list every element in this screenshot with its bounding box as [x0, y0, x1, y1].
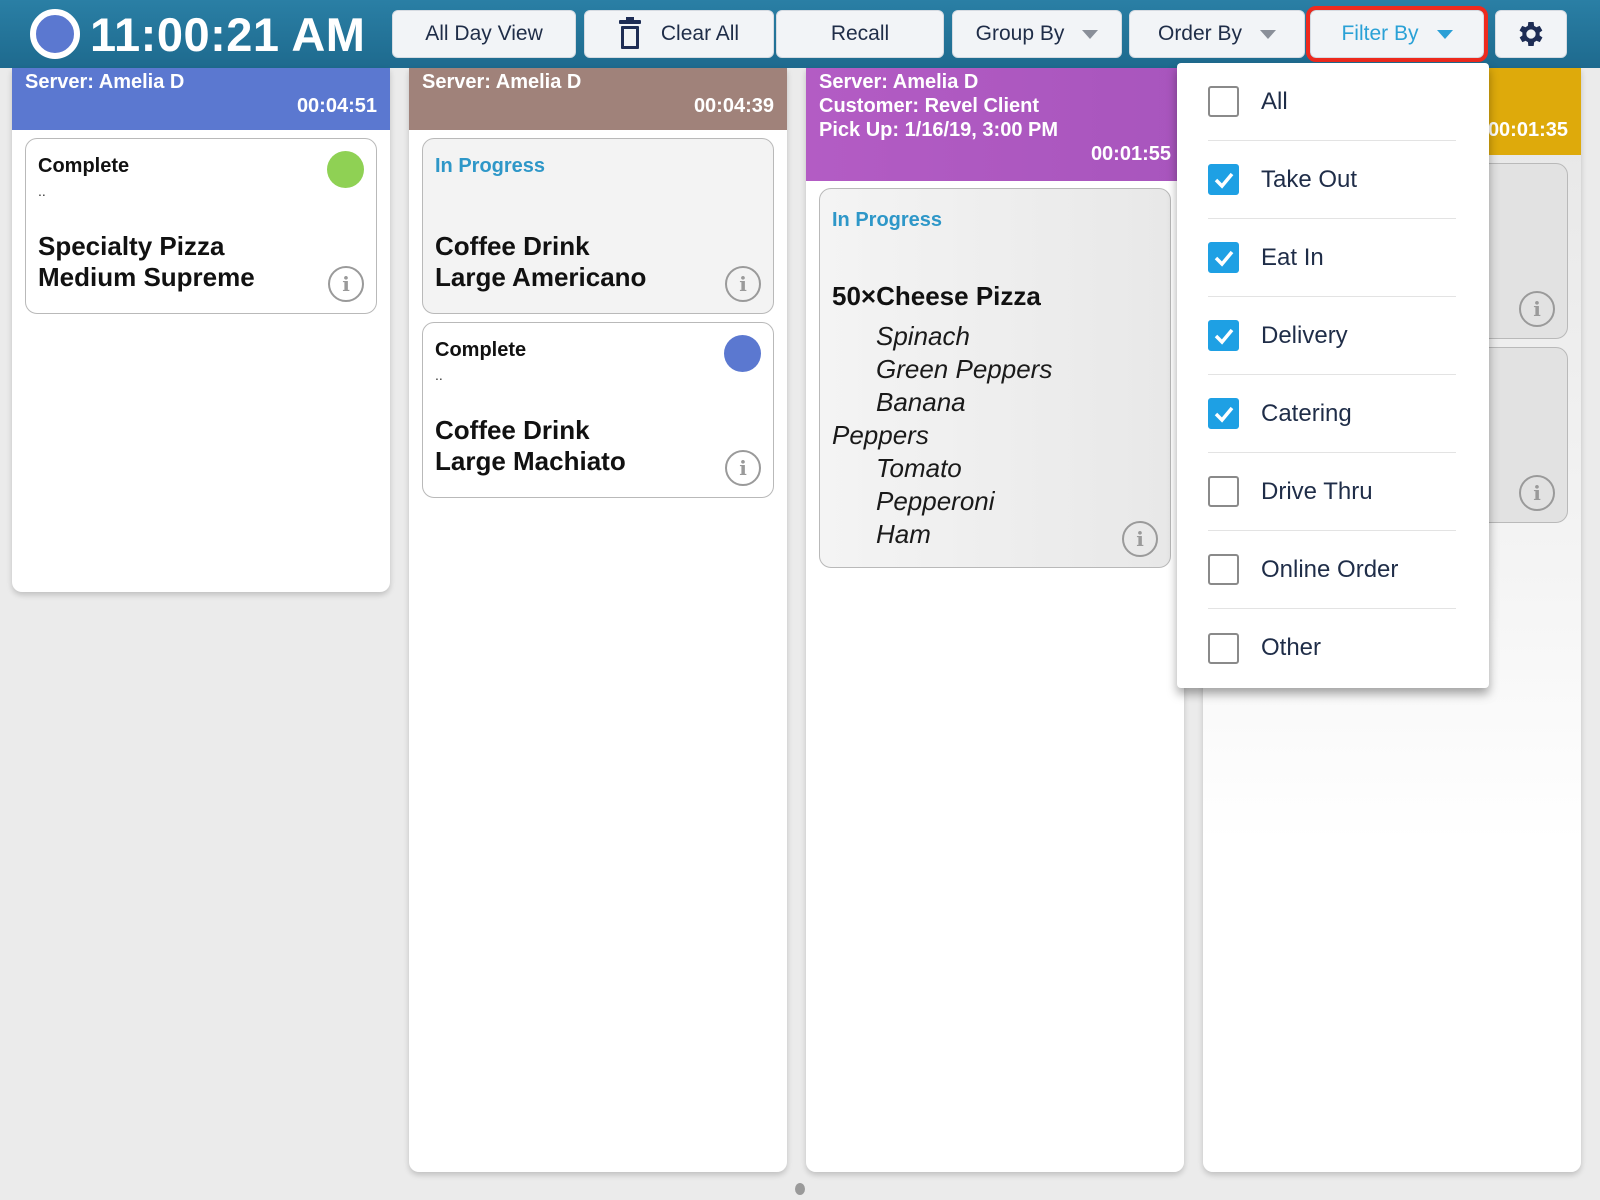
- order-item-ticket[interactable]: In Progress Coffee Drink Large Americano…: [422, 138, 774, 314]
- status-indicator-icon: [327, 151, 364, 188]
- order-item-ticket[interactable]: Complete .. Coffee Drink Large Machiato …: [422, 322, 774, 498]
- clear-all-button[interactable]: Clear All: [584, 10, 774, 58]
- order-header[interactable]: Server: Amelia D 00:04:39: [409, 68, 787, 130]
- info-icon[interactable]: i: [1519, 291, 1555, 327]
- item-notes: ..: [38, 183, 46, 199]
- item-status: In Progress: [435, 155, 546, 177]
- checkmark-icon: [1214, 172, 1233, 189]
- checkbox[interactable]: [1208, 86, 1239, 117]
- checkmark-icon: [1214, 406, 1233, 423]
- order-header[interactable]: Server: Amelia D Customer: Revel Client …: [806, 68, 1184, 181]
- filter-option-label: Drive Thru: [1261, 477, 1373, 505]
- page-indicator[interactable]: [795, 1183, 805, 1195]
- order-column: Server: Amelia D 00:04:39 In Progress Co…: [409, 68, 787, 1172]
- item-status: In Progress: [832, 209, 943, 231]
- item-notes: ..: [435, 367, 443, 383]
- checkbox[interactable]: [1208, 398, 1239, 429]
- item-name: Specialty Pizza Medium Supreme: [38, 231, 255, 292]
- filter-option-other[interactable]: Other: [1208, 609, 1456, 687]
- modifier: Green Peppers: [876, 354, 1053, 384]
- order-column: Server: Amelia D Customer: Revel Client …: [806, 68, 1184, 1172]
- pickup-time: Pick Up: 1/16/19, 3:00 PM: [819, 119, 1059, 141]
- checkbox[interactable]: [1208, 476, 1239, 507]
- checkbox[interactable]: [1208, 164, 1239, 195]
- item-name: Coffee Drink Large Machiato: [435, 415, 626, 476]
- checkmark-icon: [1214, 250, 1233, 267]
- clock-status-icon: [30, 9, 80, 59]
- filter-by-dropdown[interactable]: Filter By: [1306, 6, 1488, 62]
- recall-button[interactable]: Recall: [776, 10, 944, 58]
- all-day-view-button[interactable]: All Day View: [392, 10, 576, 58]
- filter-option-label: All: [1261, 87, 1288, 115]
- chevron-down-icon: [1436, 29, 1453, 39]
- server-name: Server: Amelia D: [25, 71, 185, 93]
- modifier: Peppers: [832, 420, 929, 450]
- filter-option-label: Eat In: [1261, 243, 1324, 271]
- top-toolbar: 11:00:21 AM All Day View Clear All Recal…: [0, 0, 1600, 68]
- group-by-label: Group By: [975, 22, 1065, 45]
- order-timer: 00:04:51: [296, 95, 377, 117]
- chevron-down-icon: [1260, 29, 1277, 39]
- server-name: Server: Amelia D: [422, 71, 582, 93]
- item-status: Complete: [435, 339, 527, 361]
- filter-option-all[interactable]: All: [1208, 63, 1456, 141]
- order-timer: 00:01:55: [1090, 143, 1171, 165]
- checkbox[interactable]: [1208, 632, 1239, 664]
- info-icon[interactable]: i: [1519, 475, 1555, 511]
- group-by-dropdown[interactable]: Group By: [952, 10, 1122, 58]
- filter-option-drive-thru[interactable]: Drive Thru: [1208, 453, 1456, 531]
- filter-by-label: Filter By: [1341, 22, 1419, 45]
- order-by-dropdown[interactable]: Order By: [1129, 10, 1305, 58]
- order-timer: 00:04:39: [693, 95, 774, 117]
- order-by-label: Order By: [1157, 22, 1243, 45]
- filter-option-catering[interactable]: Catering: [1208, 375, 1456, 453]
- filter-option-label: Other: [1261, 634, 1322, 661]
- filter-option-take-out[interactable]: Take Out: [1208, 141, 1456, 219]
- gear-icon: [1519, 22, 1543, 46]
- info-icon[interactable]: i: [1122, 521, 1158, 557]
- info-icon[interactable]: i: [725, 266, 761, 302]
- clear-all-label: Clear All: [660, 22, 740, 45]
- checkbox[interactable]: [1208, 554, 1239, 585]
- info-icon[interactable]: i: [328, 266, 364, 302]
- item-status: Complete: [38, 155, 130, 177]
- filter-option-label: Online Order: [1261, 555, 1399, 583]
- order-item-ticket[interactable]: Complete .. Specialty Pizza Medium Supre…: [25, 138, 377, 314]
- filter-option-label: Take Out: [1261, 165, 1358, 193]
- item-name: 50×Cheese Pizza: [832, 281, 1041, 311]
- checkbox[interactable]: [1208, 242, 1239, 273]
- info-icon[interactable]: i: [725, 450, 761, 486]
- filter-option-eat-in[interactable]: Eat In: [1208, 219, 1456, 297]
- clock-time: 11:00:21 AM: [90, 7, 366, 61]
- item-name: Coffee Drink Large Americano: [435, 231, 647, 292]
- modifier: Ham: [876, 519, 931, 549]
- modifier: Spinach: [876, 321, 970, 351]
- settings-button[interactable]: [1495, 10, 1567, 58]
- order-item-ticket[interactable]: In Progress 50×Cheese Pizza Spinach Gree…: [819, 188, 1171, 568]
- order-header[interactable]: Server: Amelia D 00:04:51: [12, 68, 390, 130]
- server-name: Server: Amelia D: [819, 71, 979, 93]
- all-day-view-label: All Day View: [425, 22, 543, 45]
- checkmark-icon: [1214, 328, 1233, 345]
- filter-option-label: Delivery: [1261, 321, 1348, 349]
- chevron-down-icon: [1082, 29, 1099, 39]
- customer-name: Customer: Revel Client: [819, 95, 1040, 117]
- filter-option-online-order[interactable]: Online Order: [1208, 531, 1456, 609]
- recall-label: Recall: [830, 22, 890, 45]
- modifier: Pepperoni: [876, 486, 995, 516]
- order-column: Server: Amelia D 00:04:51 Complete .. Sp…: [12, 68, 390, 592]
- modifier: Banana: [876, 387, 966, 417]
- filter-option-delivery[interactable]: Delivery: [1208, 297, 1456, 375]
- item-modifiers: Spinach Green Peppers Banana Peppers Tom…: [832, 320, 1052, 551]
- filter-option-label: Catering: [1261, 399, 1352, 427]
- status-indicator-icon: [724, 335, 761, 372]
- filter-by-menu: All Take Out Eat In Delivery Catering Dr…: [1177, 63, 1489, 688]
- clock: 11:00:21 AM: [30, 6, 365, 62]
- trash-icon: [618, 17, 641, 49]
- checkbox[interactable]: [1208, 320, 1239, 351]
- modifier: Tomato: [876, 453, 962, 483]
